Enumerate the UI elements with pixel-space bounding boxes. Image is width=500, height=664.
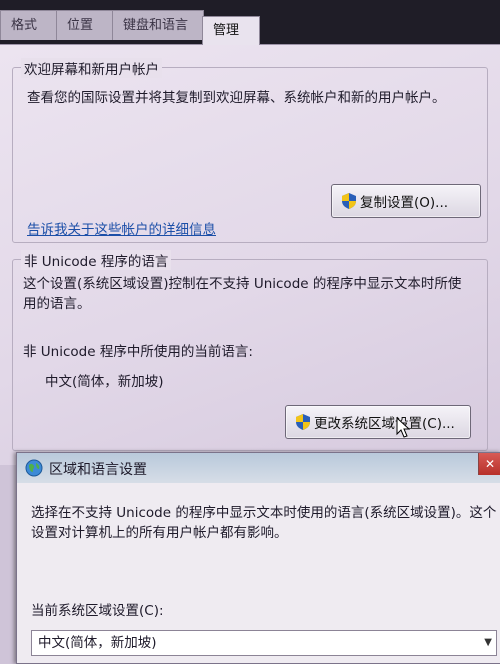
globe-icon [25,459,43,477]
dialog-body: 选择在不支持 Unicode 的程序中显示文本时使用的语言(系统区域设置)。这个… [17,483,500,663]
copy-settings-label: 复制设置(O)... [360,195,449,211]
administrative-panel: 欢迎屏幕和新用户帐户 查看您的国际设置并将其复制到欢迎屏幕、系统帐户和新的用户帐… [0,44,500,465]
non-unicode-description: 这个设置(系统区域设置)控制在不支持 Unicode 的程序中显示文本时所使用的… [23,276,462,312]
tab-bar: 格式 位置 键盘和语言 管理 [0,0,500,45]
locale-label: 当前系统区域设置(C): [31,603,164,619]
chevron-down-icon: ▼ [484,637,492,648]
welcome-screen-group: 欢迎屏幕和新用户帐户 查看您的国际设置并将其复制到欢迎屏幕、系统帐户和新的用户帐… [12,58,488,243]
tab-keyboard-language[interactable]: 键盘和语言 [112,10,204,40]
uac-shield-icon [342,193,356,209]
non-unicode-group-title: 非 Unicode 程序的语言 [21,250,172,270]
dialog-title-bar[interactable]: 区域和语言设置 ✕ [17,453,500,484]
mouse-cursor-icon [396,417,410,438]
tab-format[interactable]: 格式 [0,10,58,40]
change-system-locale-button[interactable]: 更改系统区域设置(C)... [285,405,471,439]
dialog-title: 区域和语言设置 [49,462,147,478]
change-system-locale-label: 更改系统区域设置(C)... [314,416,455,432]
current-language-value: 中文(简体，新加坡) [45,374,164,390]
close-icon[interactable]: ✕ [478,453,500,475]
tab-administrative[interactable]: 管理 [202,16,260,45]
welcome-description: 查看您的国际设置并将其复制到欢迎屏幕、系统帐户和新的用户帐户。 [27,90,446,106]
uac-shield-icon [296,414,310,430]
dialog-description: 选择在不支持 Unicode 的程序中显示文本时使用的语言(系统区域设置)。这个… [31,505,497,541]
system-locale-dropdown[interactable]: 中文(简体，新加坡) ▼ [31,630,497,656]
copy-settings-button[interactable]: 复制设置(O)... [331,184,481,218]
tab-location[interactable]: 位置 [56,10,114,40]
accounts-details-link[interactable]: 告诉我关于这些帐户的详细信息 [27,218,216,238]
welcome-group-title: 欢迎屏幕和新用户帐户 [21,58,162,78]
region-language-settings-dialog: 区域和语言设置 ✕ 选择在不支持 Unicode 的程序中显示文本时使用的语言(… [16,452,500,664]
non-unicode-group: 非 Unicode 程序的语言 这个设置(系统区域设置)控制在不支持 Unico… [12,250,488,451]
current-language-label: 非 Unicode 程序中所使用的当前语言: [23,344,253,360]
system-locale-value: 中文(简体，新加坡) [38,635,157,651]
